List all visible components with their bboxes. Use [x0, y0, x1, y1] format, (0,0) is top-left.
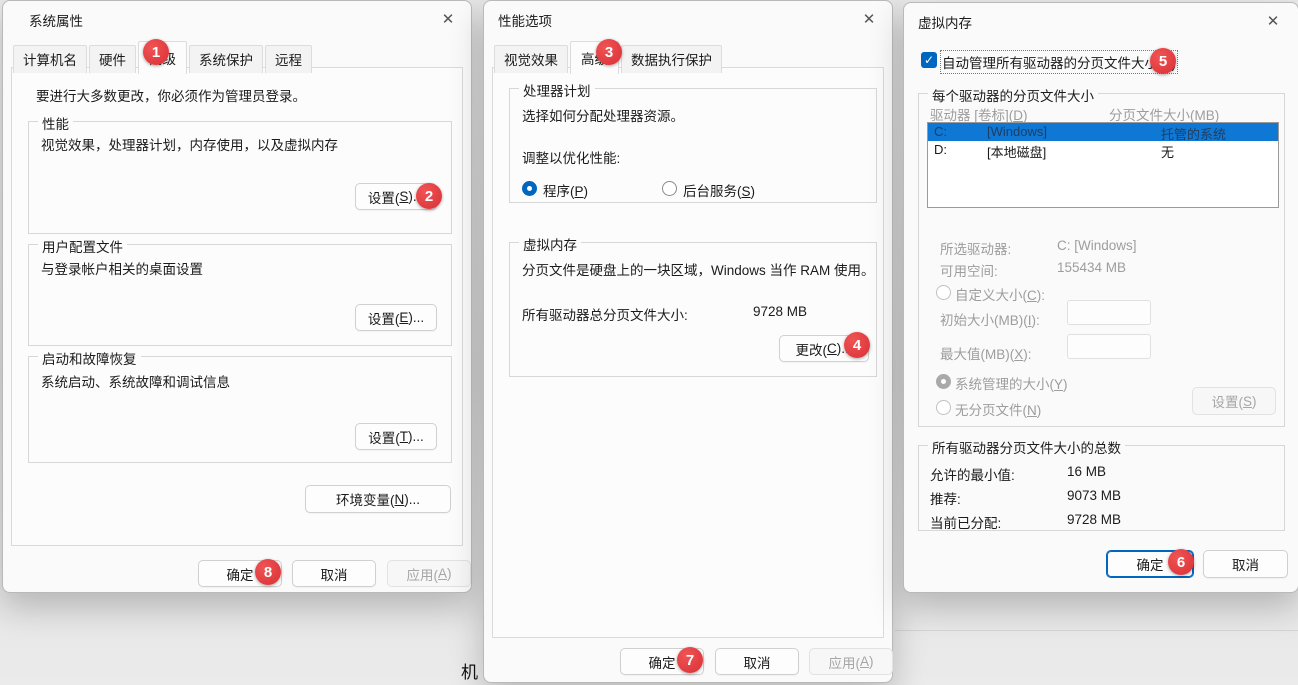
close-icon[interactable]: ✕ — [1262, 10, 1284, 32]
set-button: 设置(S) — [1192, 387, 1276, 415]
user-profiles-desc: 与登录帐户相关的桌面设置 — [41, 258, 203, 278]
background-partial-text: 机 — [461, 658, 478, 683]
tab-computer-name[interactable]: 计算机名 — [13, 45, 87, 73]
desktop: { "icons": { "close": "✕", "check": "✓" … — [0, 0, 1298, 685]
no-paging-file-radio — [936, 400, 951, 415]
performance-group: 性能 视觉效果，处理器计划，内存使用，以及虚拟内存 设置(S)... — [28, 121, 452, 234]
drive-list[interactable]: C: [Windows] 托管的系统 D: [本地磁盘] 无 — [927, 122, 1279, 208]
step-badge-8: 8 — [255, 559, 281, 585]
min-allowed-value: 16 MB — [1067, 464, 1106, 479]
total-paging-value: 9728 MB — [753, 304, 807, 319]
group-label: 虚拟内存 — [519, 234, 581, 254]
free-space-label: 可用空间: — [940, 260, 998, 280]
tab-hardware[interactable]: 硬件 — [89, 45, 136, 73]
free-space-value: 155434 MB — [1057, 260, 1126, 275]
tab-system-protection[interactable]: 系统保护 — [189, 45, 263, 73]
tab-dep[interactable]: 数据执行保护 — [621, 45, 722, 73]
drive-paging-size: 无 — [1161, 142, 1174, 161]
recommended-value: 9073 MB — [1067, 488, 1121, 503]
initial-size-label: 初始大小(MB)(I): — [940, 309, 1040, 329]
dialog-title: 性能选项 — [498, 10, 552, 30]
totals-group: 所有驱动器分页文件大小的总数 允许的最小值: 16 MB 推荐: 9073 MB… — [918, 445, 1285, 531]
close-icon[interactable]: ✕ — [858, 8, 880, 30]
processor-desc: 选择如何分配处理器资源。 — [522, 105, 684, 125]
background-services-radio[interactable] — [662, 181, 677, 196]
programs-radio[interactable] — [522, 181, 537, 196]
dialog-title: 系统属性 — [29, 10, 83, 30]
system-properties-dialog: 系统属性 ✕ 计算机名 硬件 高级 系统保护 远程 要进行大多数更改，你必须作为… — [2, 0, 472, 593]
user-profiles-group: 用户配置文件 与登录帐户相关的桌面设置 设置(E)... — [28, 244, 452, 346]
group-label: 性能 — [38, 113, 73, 133]
startup-recovery-group: 启动和故障恢复 系统启动、系统故障和调试信息 设置(T)... — [28, 356, 452, 463]
cancel-button[interactable]: 取消 — [715, 648, 799, 675]
performance-desc: 视觉效果，处理器计划，内存使用，以及虚拟内存 — [41, 134, 338, 154]
step-badge-2: 2 — [416, 183, 442, 209]
background-services-radio-label[interactable]: 后台服务(S) — [683, 180, 755, 200]
paging-file-size-group: 每个驱动器的分页文件大小 驱动器 [卷标](D) 分页文件大小(MB) C: [… — [918, 93, 1285, 427]
selected-drive-label: 所选驱动器: — [940, 238, 1011, 258]
drive-letter: D: — [934, 142, 947, 157]
vm-desc: 分页文件是硬盘上的一块区域，Windows 当作 RAM 使用。 — [522, 259, 875, 279]
apply-button: 应用(A) — [387, 560, 471, 587]
startup-recovery-desc: 系统启动、系统故障和调试信息 — [41, 371, 230, 391]
custom-size-radio-label: 自定义大小(C): — [955, 284, 1045, 304]
drive-letter: C: — [934, 124, 947, 139]
drive-volume: [Windows] — [987, 124, 1047, 139]
no-paging-file-radio-label: 无分页文件(N) — [955, 399, 1041, 419]
cancel-button[interactable]: 取消 — [292, 560, 376, 587]
group-label: 启动和故障恢复 — [38, 348, 141, 368]
drive-row-selected[interactable]: C: [Windows] 托管的系统 — [928, 123, 1278, 141]
step-badge-1: 1 — [143, 39, 169, 65]
user-profiles-settings-button[interactable]: 设置(E)... — [355, 304, 437, 331]
virtual-memory-dialog: 虚拟内存 ✕ ✓ 自动管理所有驱动器的分页文件大小(A) 每个驱动器的分页文件大… — [903, 2, 1298, 593]
step-badge-5: 5 — [1150, 48, 1176, 74]
step-badge-3: 3 — [596, 39, 622, 65]
auto-manage-checkbox[interactable]: ✓ — [921, 52, 937, 68]
initial-size-input — [1067, 300, 1151, 325]
group-label: 每个驱动器的分页文件大小 — [928, 85, 1098, 105]
min-allowed-label: 允许的最小值: — [930, 464, 1015, 484]
drive-row[interactable]: D: [本地磁盘] 无 — [928, 141, 1278, 159]
system-managed-radio — [936, 374, 951, 389]
dialog-title: 虚拟内存 — [918, 12, 972, 32]
max-size-label: 最大值(MB)(X): — [940, 343, 1032, 363]
group-label: 用户配置文件 — [38, 236, 127, 256]
admin-note: 要进行大多数更改，你必须作为管理员登录。 — [36, 85, 306, 105]
environment-variables-button[interactable]: 环境变量(N)... — [305, 485, 451, 513]
drive-volume: [本地磁盘] — [987, 142, 1046, 161]
group-label: 处理器计划 — [519, 80, 595, 100]
cancel-button[interactable]: 取消 — [1203, 550, 1288, 578]
step-badge-4: 4 — [844, 332, 870, 358]
processor-scheduling-group: 处理器计划 选择如何分配处理器资源。 调整以优化性能: 程序(P) 后台服务(S… — [509, 88, 877, 203]
programs-radio-label[interactable]: 程序(P) — [543, 180, 588, 200]
allocated-value: 9728 MB — [1067, 512, 1121, 527]
max-size-input — [1067, 334, 1151, 359]
auto-manage-checkbox-label[interactable]: 自动管理所有驱动器的分页文件大小(A) — [942, 52, 1176, 72]
performance-options-dialog: 性能选项 ✕ 视觉效果 高级 数据执行保护 处理器计划 选择如何分配处理器资源。… — [483, 0, 893, 683]
close-icon[interactable]: ✕ — [437, 8, 459, 30]
step-badge-6: 6 — [1168, 549, 1194, 575]
total-paging-label: 所有驱动器总分页文件大小: — [522, 304, 688, 324]
recommended-label: 推荐: — [930, 488, 961, 508]
tab-remote[interactable]: 远程 — [265, 45, 312, 73]
group-label: 所有驱动器分页文件大小的总数 — [928, 437, 1125, 457]
background-window-edge — [895, 630, 1298, 631]
tab-visual-effects[interactable]: 视觉效果 — [494, 45, 568, 73]
allocated-label: 当前已分配: — [930, 512, 1001, 532]
advanced-tab-page: 处理器计划 选择如何分配处理器资源。 调整以优化性能: 程序(P) 后台服务(S… — [492, 67, 884, 638]
system-managed-radio-label: 系统管理的大小(Y) — [955, 373, 1068, 393]
apply-button: 应用(A) — [809, 648, 893, 675]
custom-size-radio — [936, 285, 951, 300]
virtual-memory-group: 虚拟内存 分页文件是硬盘上的一块区域，Windows 当作 RAM 使用。 所有… — [509, 242, 877, 377]
adjust-label: 调整以优化性能: — [522, 147, 620, 167]
selected-drive-value: C: [Windows] — [1057, 238, 1137, 253]
advanced-tab-page: 要进行大多数更改，你必须作为管理员登录。 性能 视觉效果，处理器计划，内存使用，… — [11, 67, 463, 546]
step-badge-7: 7 — [677, 647, 703, 673]
drive-column-header: 驱动器 [卷标](D) — [930, 104, 1028, 124]
size-column-header: 分页文件大小(MB) — [1109, 104, 1219, 124]
startup-settings-button[interactable]: 设置(T)... — [355, 423, 437, 450]
